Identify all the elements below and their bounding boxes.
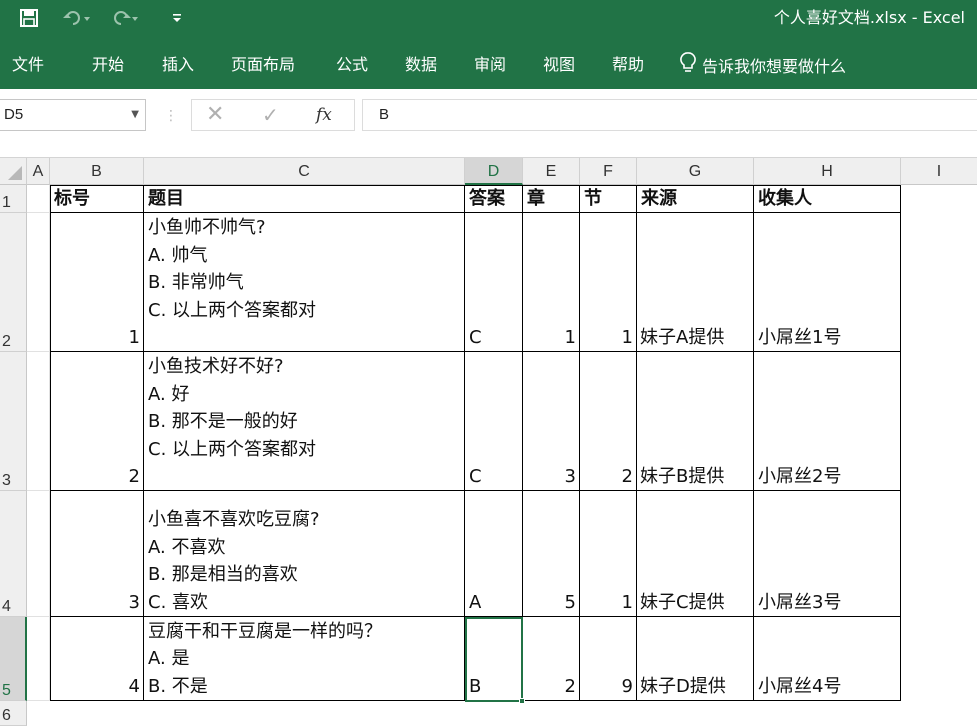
cell-h3[interactable]: 小屌丝2号 xyxy=(754,352,901,491)
formula-bar: D5 ▼ ⋮ ✕ ✓ fx B xyxy=(0,89,977,158)
save-icon[interactable] xyxy=(16,0,42,36)
fill-handle[interactable] xyxy=(519,698,525,704)
cell-e4[interactable]: 5 xyxy=(523,491,580,617)
cell-d1[interactable]: 答案 xyxy=(465,185,523,213)
row-header-2[interactable]: 2 xyxy=(0,213,27,352)
cell-c4[interactable]: 小鱼喜不喜欢吃豆腐? A. 不喜欢 B. 那是相当的喜欢 C. 喜欢 xyxy=(144,491,465,617)
cell-h4[interactable]: 小屌丝3号 xyxy=(754,491,901,617)
cell-b2[interactable]: 1 xyxy=(50,213,144,352)
cell-b3[interactable]: 2 xyxy=(50,352,144,491)
cell-c5[interactable]: 豆腐干和干豆腐是一样的吗？ A. 是 B. 不是 xyxy=(144,617,465,701)
cell-h2[interactable]: 小屌丝1号 xyxy=(754,213,901,352)
row-header-4[interactable]: 4 xyxy=(0,491,27,617)
cell-d4[interactable]: A xyxy=(465,491,523,617)
cell-g4[interactable]: 妹子C提供 xyxy=(637,491,754,617)
tab-view[interactable]: 视图 xyxy=(543,36,575,89)
cell-g5[interactable]: 妹子D提供 xyxy=(637,617,754,701)
active-cell-selection[interactable] xyxy=(465,617,525,704)
cell-d2[interactable]: C xyxy=(465,213,523,352)
enter-check-icon[interactable]: ✓ xyxy=(262,100,279,130)
window-title: 个人喜好文档.xlsx - Excel xyxy=(773,8,965,27)
select-all-corner[interactable] xyxy=(0,158,27,185)
redo-icon[interactable] xyxy=(110,0,140,36)
cell-b4[interactable]: 3 xyxy=(50,491,144,617)
tab-page-layout[interactable]: 页面布局 xyxy=(231,36,295,89)
tell-me-box[interactable]: 告诉我你想要做什么 xyxy=(680,36,846,89)
column-header-i[interactable]: I xyxy=(901,158,977,185)
cell-h1[interactable]: 收集人 xyxy=(754,185,901,213)
cell-e5[interactable]: 2 xyxy=(523,617,580,701)
cancel-icon[interactable]: ✕ xyxy=(206,100,224,130)
ribbon-tabs: 文件 开始 插入 页面布局 公式 数据 审阅 视图 帮助 告诉我你想要做什么 xyxy=(0,36,977,89)
cell-g1[interactable]: 来源 xyxy=(637,185,754,213)
column-header-g[interactable]: G xyxy=(637,158,754,185)
select-all-icon xyxy=(8,166,22,180)
customize-quick-access-icon[interactable] xyxy=(168,0,186,36)
cell-f2[interactable]: 1 xyxy=(580,213,637,352)
tab-insert[interactable]: 插入 xyxy=(162,36,194,89)
formula-input-value: B xyxy=(379,106,390,123)
formula-input[interactable]: B xyxy=(362,99,977,131)
column-header-h[interactable]: H xyxy=(754,158,901,185)
insert-function-icon[interactable]: fx xyxy=(316,100,332,130)
name-box[interactable]: D5 ▼ xyxy=(0,99,146,131)
tab-formulas[interactable]: 公式 xyxy=(336,36,368,89)
cell-a4[interactable] xyxy=(27,491,50,617)
tab-review[interactable]: 审阅 xyxy=(474,36,506,89)
cell-d3[interactable]: C xyxy=(465,352,523,491)
name-box-value: D5 xyxy=(4,106,24,123)
row-header-1[interactable]: 1 xyxy=(0,185,27,213)
column-header-d[interactable]: D xyxy=(465,158,523,185)
column-header-c[interactable]: C xyxy=(144,158,465,185)
cell-f1[interactable]: 节 xyxy=(580,185,637,213)
tab-help[interactable]: 帮助 xyxy=(612,36,644,89)
cell-b5[interactable]: 4 xyxy=(50,617,144,701)
cell-e3[interactable]: 3 xyxy=(523,352,580,491)
cell-h5[interactable]: 小屌丝4号 xyxy=(754,617,901,701)
cell-f5[interactable]: 9 xyxy=(580,617,637,701)
cell-b1[interactable]: 标号 xyxy=(50,185,144,213)
formula-controls: ✕ ✓ fx xyxy=(191,99,355,131)
cell-c1[interactable]: 题目 xyxy=(144,185,465,213)
chevron-down-icon[interactable]: ▼ xyxy=(131,100,139,130)
column-header-b[interactable]: B xyxy=(50,158,144,185)
column-header-e[interactable]: E xyxy=(523,158,580,185)
tab-file[interactable]: 文件 xyxy=(12,36,44,89)
cell-e1[interactable]: 章 xyxy=(523,185,580,213)
cell-f3[interactable]: 2 xyxy=(580,352,637,491)
cell-e2[interactable]: 1 xyxy=(523,213,580,352)
cell-g3[interactable]: 妹子B提供 xyxy=(637,352,754,491)
cell-a1[interactable] xyxy=(27,185,50,213)
tell-me-text: 告诉我你想要做什么 xyxy=(702,56,847,76)
tab-home[interactable]: 开始 xyxy=(92,36,124,89)
cell-c2[interactable]: 小鱼帅不帅气? A. 帅气 B. 非常帅气 C. 以上两个答案都对 xyxy=(144,213,465,352)
tab-data[interactable]: 数据 xyxy=(405,36,437,89)
title-bar: 个人喜好文档.xlsx - Excel xyxy=(0,0,977,36)
cell-a5[interactable] xyxy=(27,617,50,701)
undo-icon[interactable] xyxy=(62,0,92,36)
cell-c3[interactable]: 小鱼技术好不好? A. 好 B. 那不是一般的好 C. 以上两个答案都对 xyxy=(144,352,465,491)
cell-a2[interactable] xyxy=(27,213,50,352)
column-header-f[interactable]: F xyxy=(580,158,637,185)
row-header-3[interactable]: 3 xyxy=(0,352,27,491)
vertical-dots-icon[interactable]: ⋮ xyxy=(164,103,178,129)
column-header-a[interactable]: A xyxy=(27,158,50,185)
cell-a3[interactable] xyxy=(27,352,50,491)
cell-g2[interactable]: 妹子A提供 xyxy=(637,213,754,352)
lightbulb-icon xyxy=(680,51,696,78)
row-header-5[interactable]: 5 xyxy=(0,617,27,701)
cell-f4[interactable]: 1 xyxy=(580,491,637,617)
row-header-6[interactable]: 6 xyxy=(0,701,27,726)
